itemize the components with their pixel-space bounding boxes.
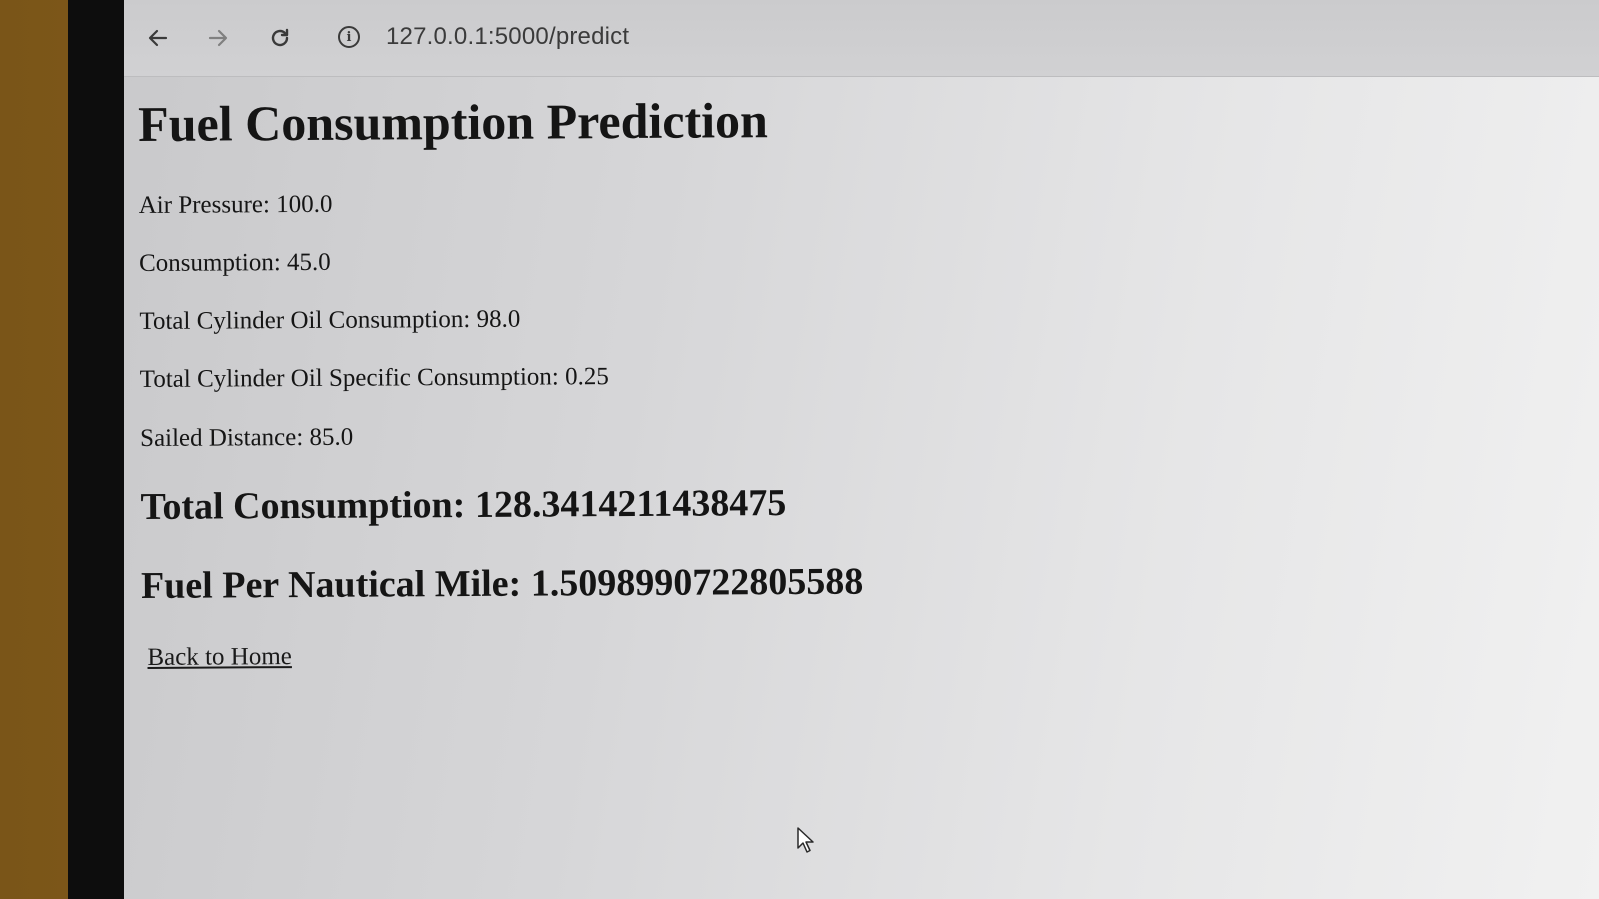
forward-button[interactable] — [200, 20, 236, 56]
back-to-home-link[interactable]: Back to Home — [147, 643, 292, 672]
browser-toolbar: i 127.0.0.1:5000/predict — [124, 0, 1599, 77]
field-cylinder-oil-consumption: Total Cylinder Oil Consumption: 98.0 — [139, 305, 521, 335]
field-consumption: Consumption: 45.0 — [138, 248, 331, 277]
page-content: Fuel Consumption Prediction Air Pressure… — [138, 83, 1538, 671]
field-air-pressure: Air Pressure: 100.0 — [138, 190, 333, 219]
fuel-per-mile-result: Fuel Per Nautical Mile: 1.50989907228055… — [140, 560, 864, 607]
page-title: Fuel Consumption Prediction — [138, 92, 769, 152]
mouse-cursor-icon — [797, 827, 814, 853]
address-bar[interactable]: 127.0.0.1:5000/predict — [386, 23, 629, 51]
site-info-icon[interactable]: i — [338, 26, 360, 48]
field-cylinder-oil-specific-consumption: Total Cylinder Oil Specific Consumption:… — [139, 363, 609, 393]
total-consumption-result: Total Consumption: 128.3414211438475 — [140, 482, 787, 528]
arrow-right-icon — [208, 29, 228, 47]
reload-icon — [271, 28, 289, 47]
back-button[interactable] — [140, 20, 176, 56]
arrow-left-icon — [148, 29, 168, 47]
browser-window: i 127.0.0.1:5000/predict Fuel Consumptio… — [124, 0, 1599, 899]
field-sailed-distance: Sailed Distance: 85.0 — [140, 423, 354, 452]
reload-button[interactable] — [262, 20, 298, 56]
